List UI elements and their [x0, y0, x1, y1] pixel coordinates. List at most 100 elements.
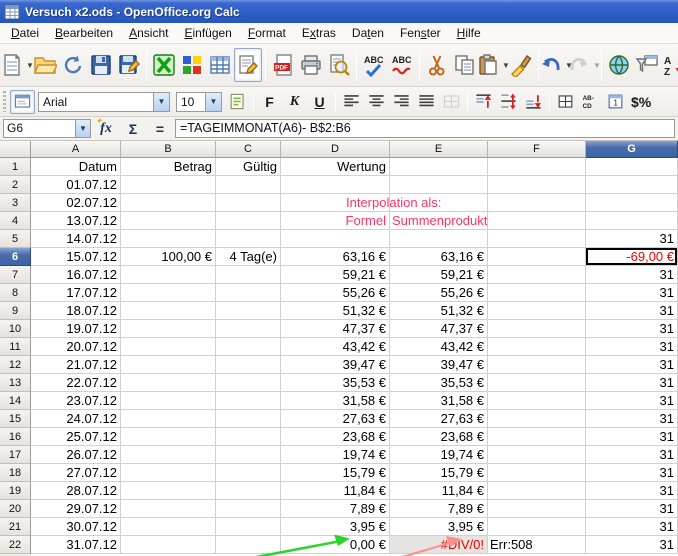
equals-icon[interactable]: =	[148, 119, 172, 139]
cell-D20[interactable]: 7,89 €	[281, 500, 390, 518]
cell-B12[interactable]	[121, 356, 216, 374]
cell-B21[interactable]	[121, 518, 216, 536]
cell-C13[interactable]	[216, 374, 281, 392]
column-header-B[interactable]: B	[121, 141, 216, 158]
chevron-down-icon[interactable]: ▼	[153, 93, 169, 111]
chevron-down-icon[interactable]: ▼	[205, 93, 221, 111]
cell-E8[interactable]: 55,26 €	[390, 284, 488, 302]
cell-D22[interactable]: 0,00 €	[281, 536, 390, 554]
align-bottom-button[interactable]	[521, 90, 546, 114]
menu-format[interactable]: Format	[240, 24, 294, 43]
row-header-21[interactable]: 21	[0, 518, 31, 536]
row-header-5[interactable]: 5	[0, 230, 31, 248]
open-button[interactable]	[31, 48, 59, 82]
cell-A17[interactable]: 26.07.12	[31, 446, 121, 464]
cell-G7[interactable]: 31	[586, 266, 678, 284]
autospellcheck-button[interactable]: ABC	[388, 48, 416, 82]
toolbar-grip[interactable]	[1, 91, 8, 112]
cell-F11[interactable]	[488, 338, 586, 356]
cell-F7[interactable]	[488, 266, 586, 284]
cell-D10[interactable]: 47,37 €	[281, 320, 390, 338]
row-header-12[interactable]: 12	[0, 356, 31, 374]
cell-F3[interactable]	[488, 194, 586, 212]
cell-F18[interactable]	[488, 464, 586, 482]
cell-F15[interactable]	[488, 410, 586, 428]
cell-A1[interactable]: Datum	[31, 158, 121, 176]
row-header-19[interactable]: 19	[0, 482, 31, 500]
cell-B1[interactable]: Betrag	[121, 158, 216, 176]
column-header-G[interactable]: G	[586, 141, 678, 158]
cell-D16[interactable]: 23,68 €	[281, 428, 390, 446]
cell-D4[interactable]: Formel	[281, 212, 390, 230]
borders-button[interactable]	[553, 90, 578, 114]
sum-icon[interactable]: Σ	[121, 119, 145, 139]
chevron-down-icon[interactable]: ▼	[593, 61, 601, 70]
menu-ansicht[interactable]: Ansicht	[121, 24, 176, 43]
cell-E14[interactable]: 31,58 €	[390, 392, 488, 410]
align-left-button[interactable]	[339, 90, 364, 114]
cell-F8[interactable]	[488, 284, 586, 302]
cell-F2[interactable]	[488, 176, 586, 194]
cell-E11[interactable]: 43,42 €	[390, 338, 488, 356]
currency-format-button[interactable]: $%	[628, 90, 654, 114]
print-button[interactable]	[297, 48, 325, 82]
cell-F1[interactable]	[488, 158, 586, 176]
cell-F12[interactable]	[488, 356, 586, 374]
cell-D1[interactable]: Wertung	[281, 158, 390, 176]
row-header-2[interactable]: 2	[0, 176, 31, 194]
cell-G16[interactable]: 31	[586, 428, 678, 446]
select-all-corner[interactable]	[0, 141, 31, 158]
colors-button[interactable]	[178, 48, 206, 82]
save-as-button[interactable]	[115, 48, 143, 82]
menu-bearbeiten[interactable]: Bearbeiten	[47, 24, 121, 43]
cell-D2[interactable]	[281, 176, 390, 194]
new-document-button[interactable]: ▼	[3, 48, 31, 82]
align-top-button[interactable]	[471, 90, 496, 114]
cell-C4[interactable]	[216, 212, 281, 230]
row-header-7[interactable]: 7	[0, 266, 31, 284]
menu-fenster[interactable]: Fenster	[392, 24, 449, 43]
cell-G20[interactable]: 31	[586, 500, 678, 518]
cell-B16[interactable]	[121, 428, 216, 446]
copy-button[interactable]	[451, 48, 479, 82]
cell-D6[interactable]: 63,16 €	[281, 248, 390, 266]
cell-B17[interactable]	[121, 446, 216, 464]
pdf-export-button[interactable]: PDF	[269, 48, 297, 82]
cell-E21[interactable]: 3,95 €	[390, 518, 488, 536]
cell-A18[interactable]: 27.07.12	[31, 464, 121, 482]
edit-file-button[interactable]	[234, 48, 262, 82]
cut-button[interactable]	[423, 48, 451, 82]
name-box[interactable]: G6 ▼	[3, 119, 91, 138]
row-header-20[interactable]: 20	[0, 500, 31, 518]
cell-D5[interactable]	[281, 230, 390, 248]
date-format-button[interactable]: 1	[603, 90, 628, 114]
cell-C9[interactable]	[216, 302, 281, 320]
cell-F21[interactable]	[488, 518, 586, 536]
cell-C1[interactable]: Gültig	[216, 158, 281, 176]
formula-input[interactable]: =TAGEIMMONAT(A6)- B$2:B6	[175, 119, 675, 138]
cell-C21[interactable]	[216, 518, 281, 536]
cell-G18[interactable]: 31	[586, 464, 678, 482]
cell-G6[interactable]: -69,00 €	[586, 248, 678, 266]
row-header-4[interactable]: 4	[0, 212, 31, 230]
cell-F13[interactable]	[488, 374, 586, 392]
cell-C2[interactable]	[216, 176, 281, 194]
cell-B14[interactable]	[121, 392, 216, 410]
cell-C22[interactable]	[216, 536, 281, 554]
cell-A2[interactable]: 01.07.12	[31, 176, 121, 194]
cell-D21[interactable]: 3,95 €	[281, 518, 390, 536]
cell-F22[interactable]: Err:508	[488, 536, 586, 554]
row-header-16[interactable]: 16	[0, 428, 31, 446]
cell-C5[interactable]	[216, 230, 281, 248]
font-size-combo[interactable]: 10 ▼	[176, 92, 222, 112]
cell-C20[interactable]	[216, 500, 281, 518]
cell-B10[interactable]	[121, 320, 216, 338]
cell-D8[interactable]: 55,26 €	[281, 284, 390, 302]
cell-B5[interactable]	[121, 230, 216, 248]
cell-C7[interactable]	[216, 266, 281, 284]
cell-D11[interactable]: 43,42 €	[281, 338, 390, 356]
cell-E2[interactable]	[390, 176, 488, 194]
cell-A16[interactable]: 25.07.12	[31, 428, 121, 446]
cell-E6[interactable]: 63,16 €	[390, 248, 488, 266]
format-paintbrush-button[interactable]	[507, 48, 535, 82]
